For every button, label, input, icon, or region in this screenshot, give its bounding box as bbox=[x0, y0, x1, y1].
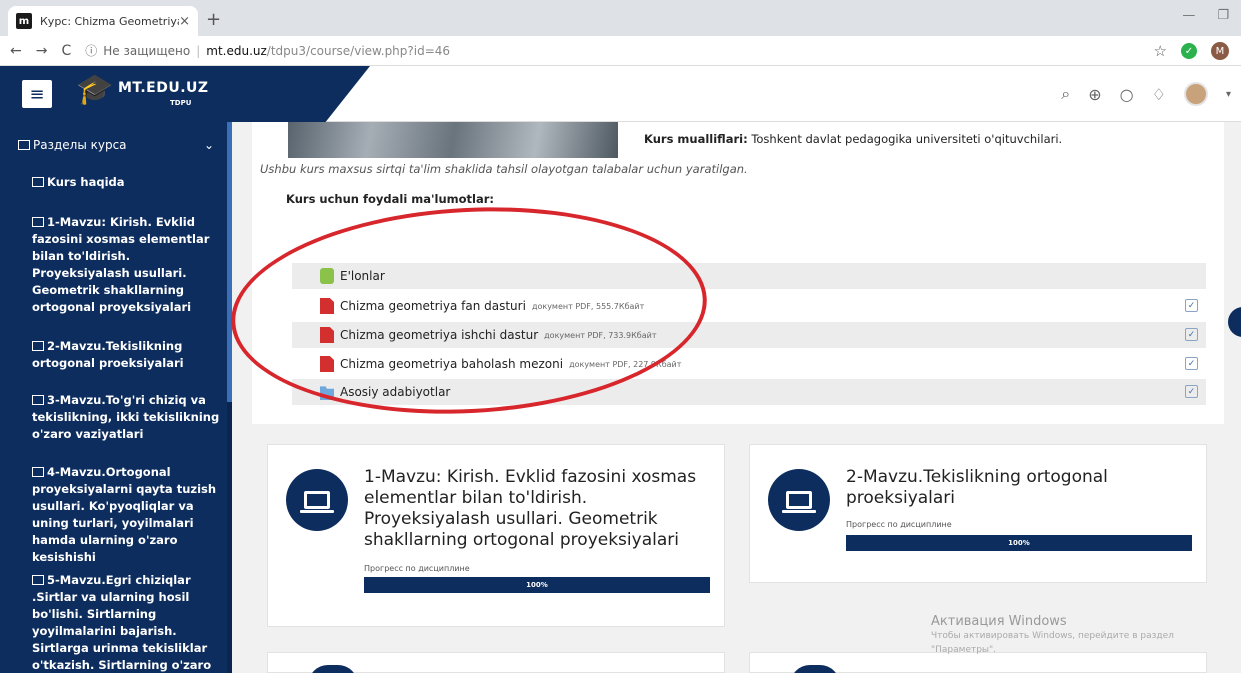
moodle-favicon-icon: m bbox=[16, 13, 32, 29]
topic-card-1[interactable]: 1-Mavzu: Kirish. Evklid fazosini xosmas … bbox=[267, 444, 725, 627]
topic-card-3[interactable] bbox=[267, 652, 725, 673]
topic-title[interactable]: 2-Mavzu.Tekislikning ortogonal proeksiya… bbox=[846, 467, 1176, 509]
url-separator: | bbox=[196, 43, 201, 58]
resource-label[interactable]: E'lonlar bbox=[340, 269, 385, 283]
brand-sub: TDPU bbox=[170, 99, 192, 107]
sidebar-item-kurs-haqida[interactable]: Kurs haqida bbox=[32, 174, 222, 191]
resource-meta: документ PDF, 733.9Кбайт bbox=[544, 330, 657, 340]
resource-label[interactable]: Chizma geometriya ishchi dastur bbox=[340, 328, 538, 342]
progress-bar: 100% bbox=[364, 577, 710, 593]
pdf-file-icon bbox=[320, 298, 334, 314]
bookmark-star-icon[interactable]: ☆ bbox=[1154, 42, 1167, 60]
folder-icon bbox=[320, 386, 334, 400]
minimize-icon[interactable]: — bbox=[1182, 8, 1195, 23]
completion-checkbox[interactable]: ✓ bbox=[1185, 299, 1198, 312]
course-authors: Kurs mualliflari: Toshkent davlat pedago… bbox=[644, 132, 1063, 146]
user-menu-caret-icon[interactable]: ▾ bbox=[1226, 89, 1231, 100]
laptop-icon bbox=[768, 469, 830, 531]
folder-box-icon bbox=[32, 177, 44, 187]
new-tab-icon[interactable]: + bbox=[206, 9, 221, 30]
reload-icon[interactable]: C bbox=[61, 43, 71, 59]
header-icons: ⌕ ⊕ ○ ♢ ▾ bbox=[1061, 82, 1231, 106]
tab-close-icon[interactable]: × bbox=[179, 14, 190, 29]
folder-box-icon bbox=[32, 467, 44, 477]
graduation-cap-logo-icon: 🎓 bbox=[76, 72, 114, 107]
browser-tab-bar: m Курс: Chizma Geometriya × + — ❐ bbox=[0, 0, 1241, 36]
address-actions: ☆ ✓ M bbox=[1154, 42, 1229, 60]
completion-checkbox[interactable]: ✓ bbox=[1185, 385, 1198, 398]
windows-activation-watermark: Активация Windows Чтобы активировать Win… bbox=[931, 614, 1211, 657]
topic-card-2[interactable]: 2-Mavzu.Tekislikning ortogonal proeksiya… bbox=[749, 444, 1207, 583]
folder-box-icon bbox=[32, 575, 44, 585]
progress-label: Прогресс по дисциплине bbox=[846, 520, 952, 529]
progress-label: Прогресс по дисциплине bbox=[364, 564, 470, 573]
search-icon[interactable]: ⌕ bbox=[1061, 84, 1070, 104]
resource-row-fan-dasturi[interactable]: Chizma geometriya fan dasturi документ P… bbox=[292, 293, 1206, 319]
sidebar-item-mavzu-1[interactable]: 1-Mavzu: Kirish. Evklid fazosini xosmas … bbox=[32, 214, 222, 316]
laptop-icon bbox=[286, 469, 348, 531]
activation-subtitle: Чтобы активировать Windows, перейдите в … bbox=[931, 631, 1174, 655]
language-globe-icon[interactable]: ⊕ bbox=[1088, 85, 1101, 104]
sidebar-heading[interactable]: Разделы курса ⌄ bbox=[18, 138, 214, 152]
resource-row-elonlar[interactable]: E'lonlar bbox=[292, 263, 1206, 289]
tab-title: Курс: Chizma Geometriya bbox=[40, 14, 180, 28]
url-path[interactable]: /tdpu3/course/view.php?id=46 bbox=[267, 44, 450, 58]
brand-name[interactable]: MT.EDU.UZ bbox=[118, 80, 209, 96]
laptop-icon bbox=[790, 665, 840, 673]
site-header: ≡ 🎓 MT.EDU.UZ TDPU ⌕ ⊕ ○ ♢ ▾ bbox=[0, 66, 1241, 122]
resource-meta: документ PDF, 555.7Кбайт bbox=[531, 301, 645, 311]
info-icon[interactable]: ⓘ bbox=[85, 42, 97, 59]
pdf-file-icon bbox=[320, 327, 334, 343]
insecure-label: Не защищено bbox=[103, 43, 191, 58]
course-description: Ushbu kurs maxsus sirtqi ta'lim shaklida… bbox=[260, 162, 748, 176]
folder-box-icon bbox=[18, 140, 30, 150]
extension-check-icon[interactable]: ✓ bbox=[1181, 43, 1197, 59]
resource-row-baholash-mezoni[interactable]: Chizma geometriya baholash mezoni докуме… bbox=[292, 351, 1206, 377]
address-bar: ← → C ⓘ Не защищено | mt.edu.uz/tdpu3/co… bbox=[0, 36, 1241, 66]
sidebar-item-mavzu-4[interactable]: 4-Mavzu.Ortogonal proyeksiyalarni qayta … bbox=[32, 464, 222, 566]
activation-title: Активация Windows bbox=[931, 614, 1067, 629]
sidebar-item-mavzu-5[interactable]: 5-Mavzu.Egri chiziqlar .Sirtlar va ularn… bbox=[32, 572, 222, 673]
drawer-toggle-tab[interactable] bbox=[1228, 307, 1241, 337]
sidebar-scrollbar[interactable] bbox=[227, 122, 232, 673]
url-host[interactable]: mt.edu.uz bbox=[206, 44, 267, 58]
useful-info-heading: Kurs uchun foydali ma'lumotlar: bbox=[286, 192, 495, 206]
notifications-bell-icon[interactable]: ♢ bbox=[1152, 85, 1166, 104]
folder-box-icon bbox=[32, 395, 44, 405]
chevron-down-icon[interactable]: ⌄ bbox=[204, 138, 214, 152]
course-sections-sidebar: Разделы курса ⌄ Kurs haqida 1-Mavzu: Kir… bbox=[0, 122, 232, 673]
laptop-icon bbox=[308, 665, 358, 673]
messages-icon[interactable]: ○ bbox=[1120, 85, 1134, 104]
profile-icon[interactable]: M bbox=[1211, 42, 1229, 60]
user-avatar[interactable] bbox=[1183, 82, 1208, 106]
course-banner-image bbox=[288, 122, 618, 158]
course-summary-card: Kurs mualliflari: Toshkent davlat pedago… bbox=[252, 122, 1224, 424]
completion-checkbox[interactable]: ✓ bbox=[1185, 328, 1198, 341]
sidebar-scroll-thumb[interactable] bbox=[227, 122, 232, 402]
brand-banner: ≡ 🎓 MT.EDU.UZ TDPU bbox=[0, 66, 370, 122]
sidebar-item-mavzu-3[interactable]: 3-Mavzu.To'g'ri chiziq va tekislikning, … bbox=[32, 392, 222, 443]
browser-tab[interactable]: m Курс: Chizma Geometriya × bbox=[8, 6, 198, 36]
resource-label[interactable]: Chizma geometriya fan dasturi bbox=[340, 299, 526, 313]
forward-icon[interactable]: → bbox=[36, 43, 48, 59]
back-icon[interactable]: ← bbox=[10, 43, 22, 59]
sidebar-item-mavzu-2[interactable]: 2-Mavzu.Tekislikning ortogonal proeksiya… bbox=[32, 338, 222, 372]
resource-row-ishchi-dastur[interactable]: Chizma geometriya ishchi dastur документ… bbox=[292, 322, 1206, 348]
forum-chat-icon bbox=[320, 268, 334, 284]
pdf-file-icon bbox=[320, 356, 334, 372]
resource-label[interactable]: Asosiy adabiyotlar bbox=[340, 385, 450, 399]
completion-checkbox[interactable]: ✓ bbox=[1185, 357, 1198, 370]
resource-row-asosiy-adabiyotlar[interactable]: Asosiy adabiyotlar ✓ bbox=[292, 379, 1206, 405]
window-controls: — ❐ bbox=[1182, 8, 1229, 23]
folder-box-icon bbox=[32, 217, 44, 227]
resource-label[interactable]: Chizma geometriya baholash mezoni bbox=[340, 357, 563, 371]
folder-box-icon bbox=[32, 341, 44, 351]
resource-meta: документ PDF, 227.9Кбайт bbox=[569, 359, 682, 369]
hamburger-menu-icon[interactable]: ≡ bbox=[22, 80, 52, 108]
topic-title[interactable]: 1-Mavzu: Kirish. Evklid fazosini xosmas … bbox=[364, 467, 714, 551]
progress-bar: 100% bbox=[846, 535, 1192, 551]
restore-icon[interactable]: ❐ bbox=[1217, 8, 1229, 23]
